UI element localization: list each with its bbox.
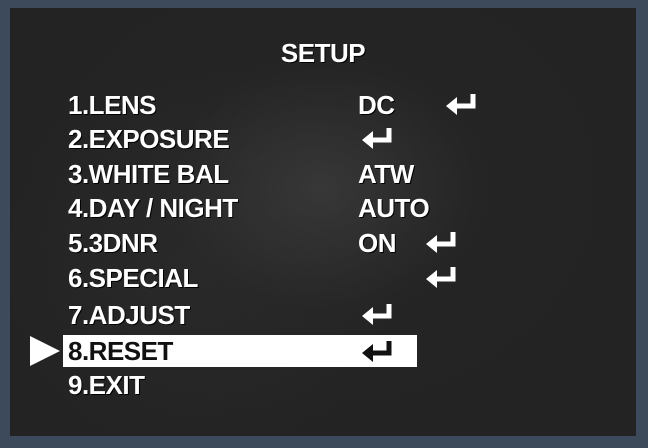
menu-item-special[interactable]: 6.SPECIAL [68,263,198,293]
menu-item-day-night[interactable]: 4.DAY / NIGHT [68,193,238,223]
menu-item-adjust[interactable]: 7.ADJUST [68,300,190,330]
osd-screen: SETUP 1.LENS DC 2.EXPOSURE 3.WHITE BAL A… [10,8,636,436]
enter-return-icon[interactable] [444,92,478,116]
selection-arrow-icon [30,336,60,366]
menu-item-lens[interactable]: 1.LENS [68,90,157,120]
menu-title: SETUP [280,38,366,68]
menu-item-3dnr[interactable]: 5.3DNR [68,228,158,258]
enter-return-icon[interactable] [360,302,394,326]
enter-return-icon[interactable] [360,126,394,150]
menu-item-exposure[interactable]: 2.EXPOSURE [68,124,230,154]
3dnr-value[interactable]: ON [358,228,397,258]
day-night-value[interactable]: AUTO [358,193,430,223]
enter-return-icon[interactable] [360,339,394,363]
enter-return-icon[interactable] [424,265,458,289]
white-balance-value[interactable]: ATW [358,159,414,189]
menu-item-exit[interactable]: 9.EXIT [68,370,145,400]
enter-return-icon[interactable] [424,230,458,254]
menu-item-white-balance[interactable]: 3.WHITE BAL [68,159,229,189]
menu-item-reset[interactable]: 8.RESET [68,336,173,366]
lens-value[interactable]: DC [358,90,395,120]
